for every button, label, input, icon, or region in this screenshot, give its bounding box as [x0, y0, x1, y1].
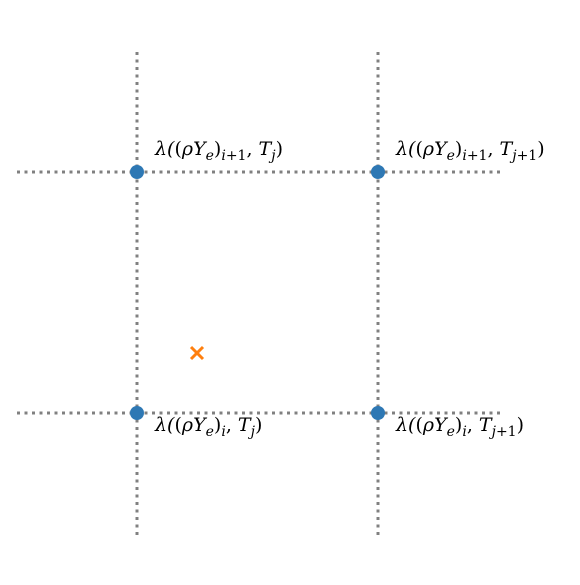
node-top-left: [130, 165, 144, 179]
x-marker-icon: [189, 345, 205, 361]
label-bottom-right: λ((ρYe)i, Tj+1): [395, 414, 524, 440]
label-top-left: λ((ρYe)i+1, Tj): [154, 138, 283, 164]
interpolation-grid-diagram: λ((ρYe)i+1, Tj) λ((ρYe)i+1, Tj+1) λ((ρYe…: [0, 0, 580, 585]
node-bottom-right: [371, 406, 385, 420]
label-top-right: λ((ρYe)i+1, Tj+1): [395, 138, 545, 164]
node-bottom-left: [130, 406, 144, 420]
node-top-right: [371, 165, 385, 179]
label-bottom-left: λ((ρYe)i, Tj): [154, 414, 262, 440]
diagram-canvas: λ((ρYe)i+1, Tj) λ((ρYe)i+1, Tj+1) λ((ρYe…: [17, 52, 545, 535]
